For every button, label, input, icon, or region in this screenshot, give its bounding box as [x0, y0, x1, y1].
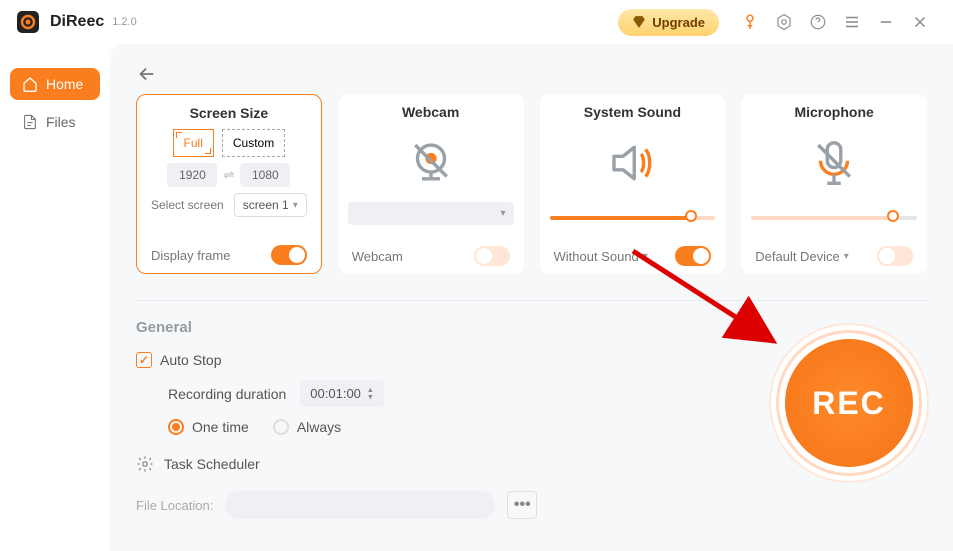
settings-icon[interactable] [775, 13, 793, 31]
speaker-icon [603, 134, 661, 192]
sidebar-item-files[interactable]: Files [10, 106, 100, 138]
webcam-toggle[interactable] [474, 246, 510, 266]
webcam-footer-label: Webcam [352, 249, 403, 264]
sidebar-item-home[interactable]: Home [10, 68, 100, 100]
duration-label: Recording duration [168, 386, 286, 402]
webcam-card: Webcam ▾ Webcam [338, 94, 524, 274]
rec-button[interactable]: REC [785, 339, 913, 467]
microphone-card-title: Microphone [794, 104, 873, 120]
select-screen-dropdown[interactable]: screen 1▾ [234, 193, 307, 217]
microphone-dropdown[interactable]: Default Device▾ [755, 249, 849, 264]
screen-card-title: Screen Size [190, 105, 269, 121]
lock-icon: ⇌ [223, 167, 234, 183]
gear-icon [136, 455, 154, 473]
display-frame-toggle[interactable] [271, 245, 307, 265]
file-location-browse-button[interactable]: ••• [507, 491, 537, 519]
screen-size-card: Screen Size Full Custom ⇌ Select screen … [136, 94, 322, 274]
select-screen-label: Select screen [151, 198, 224, 212]
always-radio[interactable]: Always [273, 419, 341, 435]
file-location-field[interactable] [225, 491, 495, 519]
microphone-toggle[interactable] [877, 246, 913, 266]
app-name: DiReec [50, 13, 104, 31]
system-sound-card: System Sound Without Sound▾ [540, 94, 726, 274]
menu-icon[interactable] [843, 13, 861, 31]
chevron-down-icon: ▾ [844, 251, 849, 262]
titlebar: DiReec 1.2.0 Upgrade [0, 0, 953, 44]
app-version: 1.2.0 [112, 16, 136, 28]
system-sound-card-title: System Sound [584, 104, 681, 120]
chevron-down-icon: ▾ [643, 251, 648, 262]
webcam-dropdown[interactable]: ▾ [348, 202, 514, 225]
auto-stop-checkbox[interactable] [136, 352, 152, 368]
general-section-title: General [136, 319, 927, 336]
microphone-card: Microphone Default Device▾ [741, 94, 927, 274]
file-location-label: File Location: [136, 498, 213, 513]
sidebar: Home Files [0, 44, 110, 551]
microphone-slider[interactable] [751, 216, 917, 220]
chevron-down-icon: ▾ [500, 208, 505, 219]
system-sound-toggle[interactable] [675, 246, 711, 266]
auto-stop-label: Auto Stop [160, 352, 222, 368]
back-button[interactable] [136, 60, 164, 88]
duration-input[interactable]: 00:01:00 ▲▼ [300, 380, 384, 407]
width-input[interactable] [167, 163, 217, 187]
diamond-icon [632, 15, 646, 29]
help-icon[interactable] [809, 13, 827, 31]
webcam-off-icon [402, 134, 460, 192]
app-logo [16, 10, 40, 34]
custom-mode-button[interactable]: Custom [222, 129, 285, 157]
chevron-down-icon: ▾ [293, 200, 298, 211]
home-icon [22, 76, 38, 92]
microphone-off-icon [805, 134, 863, 192]
close-button[interactable] [911, 13, 929, 31]
one-time-radio[interactable]: One time [168, 419, 249, 435]
height-input[interactable] [240, 163, 290, 187]
minimize-button[interactable] [877, 13, 895, 31]
full-mode-button[interactable]: Full [173, 129, 214, 157]
system-sound-dropdown[interactable]: Without Sound▾ [554, 249, 648, 264]
webcam-card-title: Webcam [402, 104, 459, 120]
task-scheduler-item[interactable]: Task Scheduler [136, 455, 927, 473]
upgrade-button[interactable]: Upgrade [618, 9, 719, 36]
duration-stepper[interactable]: ▲▼ [367, 387, 374, 401]
system-sound-slider[interactable] [550, 216, 716, 220]
main-panel: Screen Size Full Custom ⇌ Select screen … [110, 44, 953, 551]
display-frame-label: Display frame [151, 248, 230, 263]
key-icon[interactable] [741, 13, 759, 31]
divider [136, 300, 927, 301]
file-icon [22, 114, 38, 130]
